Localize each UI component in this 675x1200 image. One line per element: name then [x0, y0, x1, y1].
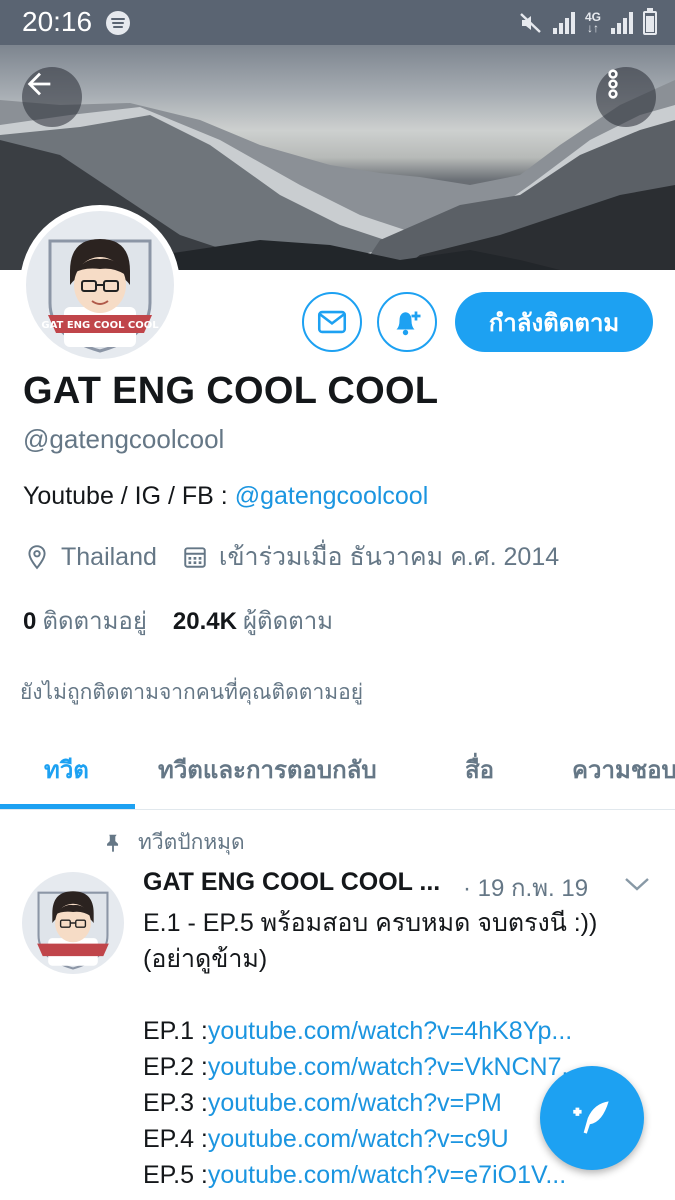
avatar-image: GAT ENG COOL COOL: [26, 211, 174, 359]
active-tab-indicator: [0, 804, 135, 809]
episode-label: EP.3 :: [143, 1089, 208, 1117]
mail-icon: [317, 310, 347, 334]
bio-link[interactable]: @gatengcoolcool: [235, 482, 429, 510]
location-pin-icon: [23, 543, 51, 571]
location-text: Thailand: [61, 542, 157, 571]
tab-media[interactable]: สื่อ: [465, 750, 494, 789]
status-time: 20:16: [22, 6, 93, 37]
profile-avatar[interactable]: GAT ENG COOL COOL: [20, 205, 180, 365]
joined-date: เข้าร่วมเมื่อ ธันวาคม ค.ศ. 2014: [218, 543, 560, 571]
avatar-logo-text: GAT ENG COOL COOL: [41, 320, 159, 331]
network-type: 4G ↓↑: [584, 10, 601, 35]
follow-counts: 0 ติดตามอยู่ 20.4K ผู้ติดตาม: [23, 601, 333, 640]
followers-label: ผู้ติดตาม: [242, 608, 334, 635]
more-options-button[interactable]: [596, 67, 656, 127]
profile-meta: Thailand เข้าร่วมเมื่อ ธันวาคม ค.ศ. 2014: [23, 540, 559, 574]
tweet-text-line: E.1 - EP.5 พร้อมสอบ ครบหมด จบตรงนี :)): [143, 909, 598, 937]
tab-tweets-replies[interactable]: ทวีตและการตอบกลับ: [158, 750, 377, 789]
followers-count-link[interactable]: 20.4K ผู้ติดตาม: [173, 601, 333, 640]
followers-count: 20.4K: [172, 608, 237, 635]
tweet-menu-button[interactable]: [622, 872, 652, 901]
notifications-button[interactable]: [377, 292, 437, 352]
episode-label: EP.1 :: [143, 1017, 208, 1045]
mute-icon: [520, 13, 541, 33]
back-arrow-icon: [27, 72, 51, 96]
tweet-timestamp[interactable]: · 19 ก.พ. 19: [463, 868, 588, 907]
signal-icon-2: [611, 12, 633, 34]
episode-label: EP.4 :: [143, 1125, 208, 1153]
spotify-icon: [106, 11, 130, 35]
profile-bio: Youtube / IG / FB : @gatengcoolcool: [23, 482, 428, 511]
tab-likes[interactable]: ความชอบ: [572, 750, 675, 789]
tweet-author[interactable]: GAT ENG COOL COOL ...: [143, 868, 443, 897]
episode-label: EP.5 :: [143, 1161, 208, 1189]
status-bar: 20:16 4G ↓↑: [0, 0, 675, 45]
episode-label: EP.2 :: [143, 1053, 208, 1081]
chevron-down-icon: [625, 878, 649, 891]
pinned-label: ทวีตปักหมุด: [102, 826, 245, 859]
bio-text: Youtube / IG / FB :: [23, 482, 235, 510]
profile-handle: @gatengcoolcool: [23, 424, 225, 454]
signal-icon: [552, 12, 575, 34]
following-button[interactable]: กำลังติดตาม: [455, 292, 653, 352]
calendar-icon: [181, 543, 209, 571]
tab-tweets[interactable]: ทวีต: [44, 750, 89, 789]
following-count: 0: [23, 608, 37, 635]
pin-icon: [107, 834, 119, 852]
episode-line: EP.1 : youtube.com/watch?v=4hK8Yp...: [143, 1013, 643, 1049]
more-vertical-icon: [608, 69, 618, 99]
tweet-avatar[interactable]: [22, 872, 124, 974]
display-name: GAT ENG COOL COOL: [23, 370, 439, 412]
pinned-text: ทวีตปักหมุด: [138, 831, 245, 854]
message-button[interactable]: [302, 292, 362, 352]
compose-tweet-button[interactable]: [540, 1066, 644, 1170]
back-button[interactable]: [22, 67, 82, 127]
following-label: ติดตามอยู่: [42, 608, 147, 635]
not-followed-note: ยังไม่ถูกติดตามจากคนที่คุณติดตามอยู่: [20, 681, 363, 704]
profile-tabs: ทวีต ทวีตและการตอบกลับ สื่อ ความชอบ: [0, 730, 675, 810]
episode-link[interactable]: youtube.com/watch?v=4hK8Yp...: [208, 1013, 628, 1049]
tweet-text-line: (อย่าดูข้าม): [143, 945, 268, 973]
following-count-link[interactable]: 0 ติดตามอยู่: [23, 601, 147, 640]
compose-feather-icon: [573, 1101, 609, 1134]
bell-plus-icon: [396, 311, 421, 336]
battery-icon: [643, 8, 657, 35]
